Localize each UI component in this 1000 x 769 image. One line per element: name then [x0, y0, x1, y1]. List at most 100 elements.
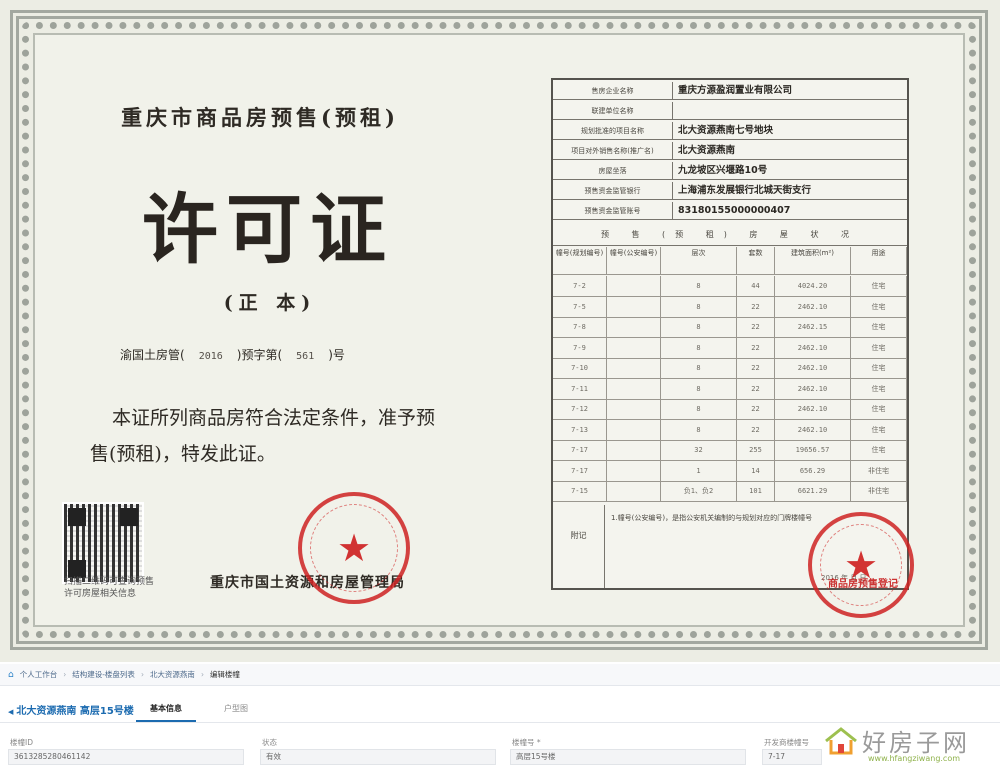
info-row: 售房企业名称 重庆方源盈润置业有限公司	[553, 82, 907, 100]
info-row: 项目对外销售名称(推广名) 北大资源燕南	[553, 142, 907, 160]
table-cell	[607, 460, 661, 481]
field-label-building-id: 楼幢ID	[10, 738, 33, 747]
table-cell: 7-2	[553, 276, 607, 296]
watermark-text: 好房子网	[862, 729, 970, 757]
field-building-no[interactable]: 高层15号楼	[510, 749, 746, 765]
certificate-title: 重庆市商品房预售(预租)	[121, 105, 399, 130]
note-label: 附记	[553, 505, 605, 588]
breadcrumb-separator: ›	[200, 670, 204, 679]
info-label: 联建单位名称	[553, 102, 673, 119]
table-cell: 8	[661, 378, 737, 399]
table-cell: 7-17	[553, 460, 607, 481]
field-status[interactable]: 有效	[260, 749, 496, 765]
table-cell: 7-9	[553, 337, 607, 358]
info-row: 联建单位名称	[553, 102, 907, 120]
grid-header-cell: 建筑面积(m²)	[775, 247, 851, 274]
number-mid: )预字第(	[236, 348, 283, 362]
table-cell: 非住宅	[851, 460, 907, 481]
number-prefix: 渝国土房管(	[120, 348, 185, 362]
table-cell: 101	[737, 481, 775, 501]
breadcrumb-item[interactable]: 北大资源燕南	[150, 669, 195, 680]
table-cell: 44	[737, 276, 775, 296]
table-cell	[607, 440, 661, 460]
site-watermark: 好房子网 www.hfangziwang.com	[818, 720, 988, 766]
table-cell: 255	[737, 440, 775, 460]
table-row: 7-15 负1、负2 101 6621.29 非住宅	[553, 481, 907, 502]
table-cell: 7-15	[553, 481, 607, 501]
table-cell: 负1、负2	[661, 481, 737, 501]
table-cell: 22	[737, 419, 775, 440]
table-cell: 7-5	[553, 296, 607, 317]
home-icon[interactable]: ⌂	[8, 670, 14, 680]
table-cell: 22	[737, 296, 775, 317]
grid-header-cell: 层次	[661, 247, 737, 274]
table-row: 7-13 8 22 2462.10 住宅	[553, 419, 907, 441]
table-cell: 8	[661, 358, 737, 378]
table-row: 7-10 8 22 2462.10 住宅	[553, 358, 907, 379]
table-cell: 住宅	[851, 358, 907, 378]
table-cell: 7-11	[553, 378, 607, 399]
table-cell: 14	[737, 460, 775, 481]
table-cell: 住宅	[851, 419, 907, 440]
field-label-developer-no: 开发商楼幢号	[764, 738, 809, 747]
breadcrumb-item[interactable]: 个人工作台	[20, 669, 58, 680]
table-cell: 2462.10	[775, 378, 851, 399]
table-cell: 8	[661, 419, 737, 440]
breadcrumb-item[interactable]: 结构建设-楼盘列表	[72, 669, 135, 680]
table-cell: 2462.15	[775, 317, 851, 337]
seal-ring	[820, 524, 902, 606]
tab-basic-info[interactable]: 基本信息	[136, 703, 196, 722]
table-cell: 住宅	[851, 399, 907, 419]
breadcrumb: ⌂ 个人工作台 › 结构建设-楼盘列表 › 北大资源燕南 › 编辑楼幢	[0, 664, 1000, 686]
table-cell	[607, 337, 661, 358]
table-cell: 2462.10	[775, 337, 851, 358]
info-row: 规划批准的项目名称 北大资源燕南七号地块	[553, 122, 907, 140]
seal-right-label: 商品房预售登记	[828, 579, 898, 590]
table-cell: 2462.10	[775, 358, 851, 378]
info-value: 北大资源燕南	[678, 145, 736, 156]
grid-header-row: 幢号(规划编号) 幢号(公安编号) 层次 套数 建筑面积(m²) 用途	[553, 247, 907, 275]
field-developer-no[interactable]: 7-17	[762, 749, 822, 765]
info-label: 预售资金监管银行	[553, 182, 673, 199]
info-label: 规划批准的项目名称	[553, 122, 673, 139]
info-value: 重庆方源盈润置业有限公司	[678, 85, 793, 96]
field-label-building-no: 楼幢号 *	[512, 738, 541, 747]
tab-floor-plan[interactable]: 户型图	[224, 703, 248, 714]
status-heading: 预 售 (预 租) 房 屋 状 况	[553, 224, 907, 246]
number-year: 2016	[198, 351, 223, 362]
grid-header-cell: 幢号(公安编号)	[607, 247, 661, 274]
info-row: 房屋坐落 九龙坡区兴堰路10号	[553, 162, 907, 180]
certificate-big-title: 许可证	[142, 185, 394, 274]
table-cell: 8	[661, 317, 737, 337]
table-cell: 8	[661, 276, 737, 296]
seal-ring	[310, 504, 398, 592]
info-value: 83180155000000407	[678, 205, 791, 216]
info-value: 北大资源燕南七号地块	[678, 125, 774, 136]
table-cell	[607, 378, 661, 399]
certificate-copy-type: (正 本)	[223, 292, 317, 314]
table-cell	[607, 358, 661, 378]
certificate-statement: 本证所列商品房符合法定条件，准予预售(预租)，特发此证。	[90, 407, 436, 465]
table-row: 7-2 8 44 4024.20 住宅	[553, 276, 907, 297]
table-row: 7-11 8 22 2462.10 住宅	[553, 378, 907, 400]
table-cell: 22	[737, 378, 775, 399]
table-cell: 22	[737, 317, 775, 337]
field-building-id[interactable]: 3613285280461142	[8, 749, 244, 765]
field-label-status: 状态	[262, 738, 277, 747]
info-value	[673, 102, 907, 119]
grid-header-cell: 用途	[851, 247, 907, 274]
info-label: 项目对外销售名称(推广名)	[553, 142, 673, 159]
certificate-scan: 重庆市商品房预售(预租) 许可证 (正 本) 渝国土房管(2016)预字第(56…	[0, 0, 1000, 662]
table-cell	[607, 399, 661, 419]
table-cell: 7-12	[553, 399, 607, 419]
table-cell: 住宅	[851, 337, 907, 358]
table-cell: 19656.57	[775, 440, 851, 460]
table-row: 7-17 1 14 656.29 非住宅	[553, 460, 907, 482]
certificate-number: 渝国土房管(2016)预字第(561)号	[120, 346, 440, 363]
table-cell	[607, 317, 661, 337]
table-cell: 2462.10	[775, 296, 851, 317]
grid-header-cell: 幢号(规划编号)	[553, 247, 607, 274]
info-label: 预售资金监管账号	[553, 202, 673, 219]
table-cell	[607, 276, 661, 296]
breadcrumb-separator: ›	[140, 670, 144, 679]
